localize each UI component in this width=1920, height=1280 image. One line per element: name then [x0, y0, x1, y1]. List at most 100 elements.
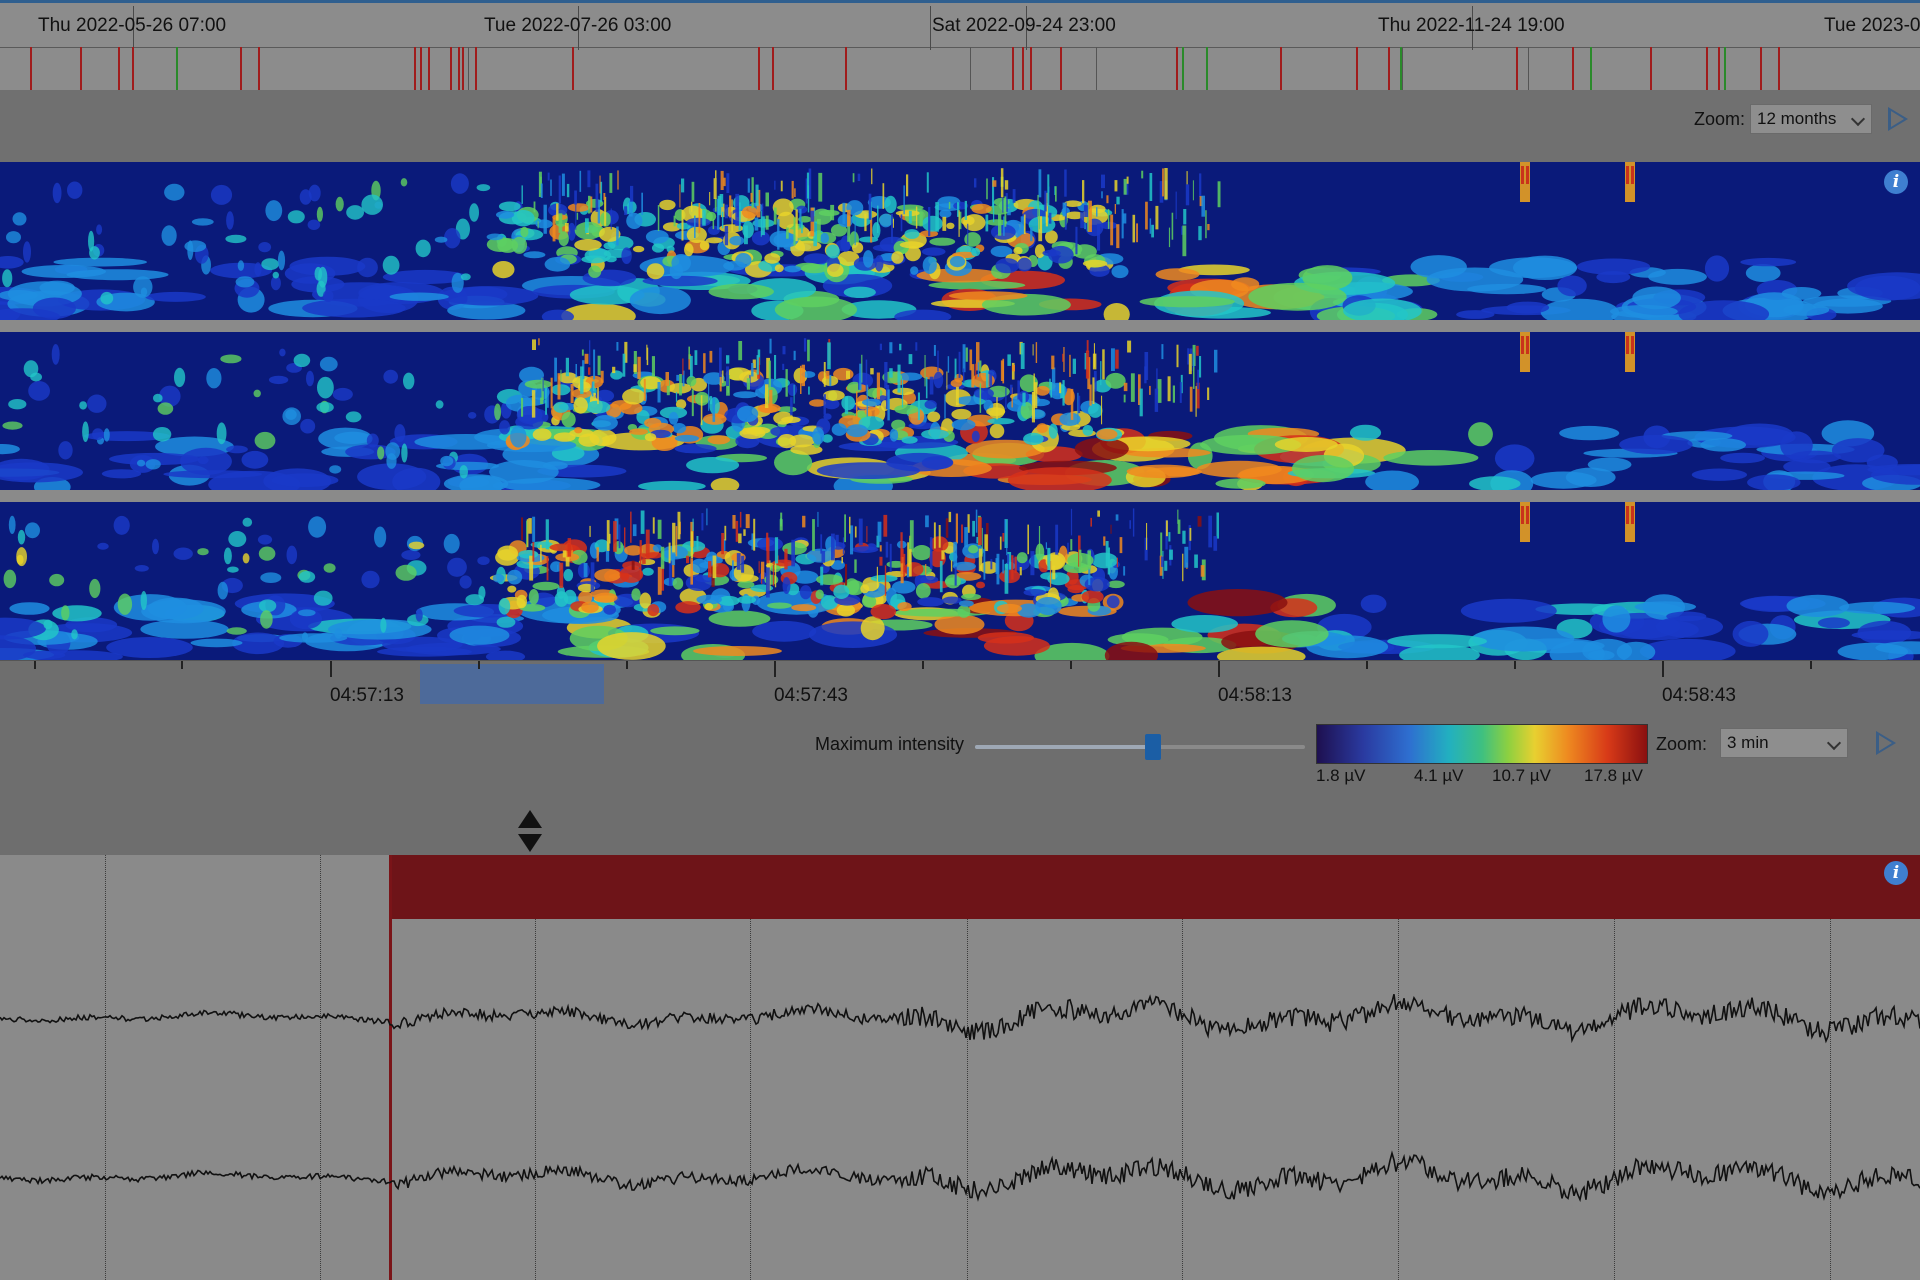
colorbar-label: 4.1 µV	[1414, 766, 1464, 785]
overview-zoom-bar: Zoom: 12 months	[0, 90, 1920, 162]
event-marker-red[interactable]	[1176, 47, 1178, 90]
event-marker-red[interactable]	[80, 47, 82, 90]
event-marker-red[interactable]	[772, 47, 774, 90]
event-marker-grey[interactable]	[1096, 47, 1097, 90]
axis-tick	[922, 661, 924, 669]
event-marker-red[interactable]	[1572, 47, 1574, 90]
play-icon[interactable]	[1888, 107, 1908, 131]
up-down-arrow-icon[interactable]	[518, 810, 542, 854]
colorbar-label: 1.8 µV	[1316, 766, 1366, 785]
event-marker-red[interactable]	[845, 47, 847, 90]
spectrogram-channel-2[interactable]	[0, 332, 1920, 490]
event-marker-grey[interactable]	[1528, 47, 1529, 90]
spectrogram-controls: Maximum intensity 1.8 µV 4.1 µV 10.7 µV …	[0, 710, 1920, 852]
colorbar-label: 10.7 µV	[1492, 766, 1551, 785]
event-marker-red[interactable]	[1356, 47, 1358, 90]
eeg-trace-area	[0, 994, 1920, 1203]
event-marker-red[interactable]	[240, 47, 242, 90]
axis-label: 04:57:13	[330, 685, 404, 706]
spectrogram-channel-3[interactable]	[0, 502, 1920, 660]
event-marker-red[interactable]	[1650, 47, 1652, 90]
event-marker-grey[interactable]	[468, 47, 469, 90]
event-marker-red[interactable]	[1516, 47, 1518, 90]
timeline-label: Thu 2022-05-26 07:00	[38, 15, 227, 36]
axis-label: 04:57:43	[774, 685, 848, 706]
axis-label: 04:58:13	[1218, 685, 1292, 706]
event-marker-red[interactable]	[462, 47, 464, 90]
event-marker-red[interactable]	[1060, 47, 1062, 90]
axis-tick	[626, 661, 628, 669]
event-marker-red[interactable]	[1718, 47, 1720, 90]
zoom-value: 12 months	[1757, 109, 1837, 128]
channel-separator	[0, 320, 1920, 332]
event-marker-red[interactable]	[572, 47, 574, 90]
event-marker-red[interactable]	[1022, 47, 1024, 90]
event-marker-red[interactable]	[458, 47, 460, 90]
timeline-labels: Thu 2022-05-26 07:00 Tue 2022-07-26 03:0…	[0, 3, 1920, 50]
axis-tick	[34, 661, 36, 669]
event-marker-red[interactable]	[1030, 47, 1032, 90]
event-marker-red[interactable]	[258, 47, 260, 90]
overview-zoom-select[interactable]: 12 months	[1750, 104, 1872, 134]
zoom-label: Zoom:	[1656, 734, 1708, 754]
zoom-value: 3 min	[1727, 733, 1769, 752]
event-marker-green[interactable]	[1590, 47, 1592, 90]
event-marker-red[interactable]	[30, 47, 32, 90]
event-marker-strip[interactable]	[0, 47, 1920, 90]
axis-tick	[1514, 661, 1516, 669]
info-icon[interactable]: i	[1884, 170, 1908, 194]
axis-tick	[330, 661, 332, 677]
axis-tick	[774, 661, 776, 677]
event-marker-grey[interactable]	[970, 47, 971, 90]
time-axis[interactable]: 04:57:13 04:57:43 04:58:13 04:58:43	[0, 660, 1920, 711]
channel-separator	[0, 490, 1920, 502]
event-marker-red[interactable]	[1012, 47, 1014, 90]
event-marker-red[interactable]	[428, 47, 430, 90]
max-intensity-slider[interactable]	[975, 730, 1305, 764]
timeline-label: Tue 2022-07-26 03:00	[484, 15, 672, 36]
event-marker-red[interactable]	[758, 47, 760, 90]
event-marker-red[interactable]	[1280, 47, 1282, 90]
axis-tick	[1366, 661, 1368, 669]
timeline-label: Tue 2023-0	[1824, 15, 1920, 36]
event-marker-green[interactable]	[1724, 47, 1726, 90]
event-marker-red[interactable]	[1778, 47, 1780, 90]
spectrogram-channel-1[interactable]: i	[0, 162, 1920, 320]
event-marker-green[interactable]	[1182, 47, 1184, 90]
axis-tick	[478, 661, 480, 669]
spectrogram-image	[0, 162, 1920, 320]
axis-tick	[1810, 661, 1812, 669]
event-marker-red[interactable]	[450, 47, 452, 90]
detail-zoom-select[interactable]: 3 min	[1720, 728, 1848, 758]
event-marker-red[interactable]	[118, 47, 120, 90]
event-marker-red[interactable]	[1760, 47, 1762, 90]
eeg-trace-channel-1	[0, 994, 1920, 1044]
max-intensity-label: Maximum intensity	[815, 734, 965, 754]
chevron-down-icon	[1850, 111, 1866, 127]
colorbar	[1316, 724, 1648, 764]
eeg-traces-panel[interactable]: i	[0, 855, 1920, 1280]
event-marker-red[interactable]	[1706, 47, 1708, 90]
play-icon[interactable]	[1876, 731, 1896, 755]
axis-tick	[1070, 661, 1072, 669]
event-marker-red[interactable]	[132, 47, 134, 90]
eeg-trace-channel-2	[0, 1150, 1920, 1203]
timeline-label: Thu 2022-11-24 19:00	[1378, 15, 1565, 36]
event-marker-red[interactable]	[475, 47, 477, 90]
slider-thumb[interactable]	[1145, 734, 1162, 760]
event-marker-red[interactable]	[1388, 47, 1390, 90]
event-marker-green[interactable]	[176, 47, 178, 90]
event-marker-red[interactable]	[420, 47, 422, 90]
chevron-down-icon	[1826, 735, 1842, 751]
spectrogram-image	[0, 502, 1920, 660]
axis-label: 04:58:43	[1662, 685, 1736, 706]
timeline-label: Sat 2022-09-24 23:00	[932, 15, 1116, 36]
overview-timeline[interactable]: Thu 2022-05-26 07:00 Tue 2022-07-26 03:0…	[0, 0, 1920, 90]
axis-tick	[1662, 661, 1664, 677]
event-marker-green[interactable]	[1206, 47, 1208, 90]
event-marker-grey[interactable]	[1402, 47, 1403, 90]
zoom-label: Zoom:	[1694, 109, 1746, 129]
event-marker-red[interactable]	[414, 47, 416, 90]
selection-window[interactable]	[420, 664, 604, 704]
timeline-tick	[930, 6, 931, 50]
